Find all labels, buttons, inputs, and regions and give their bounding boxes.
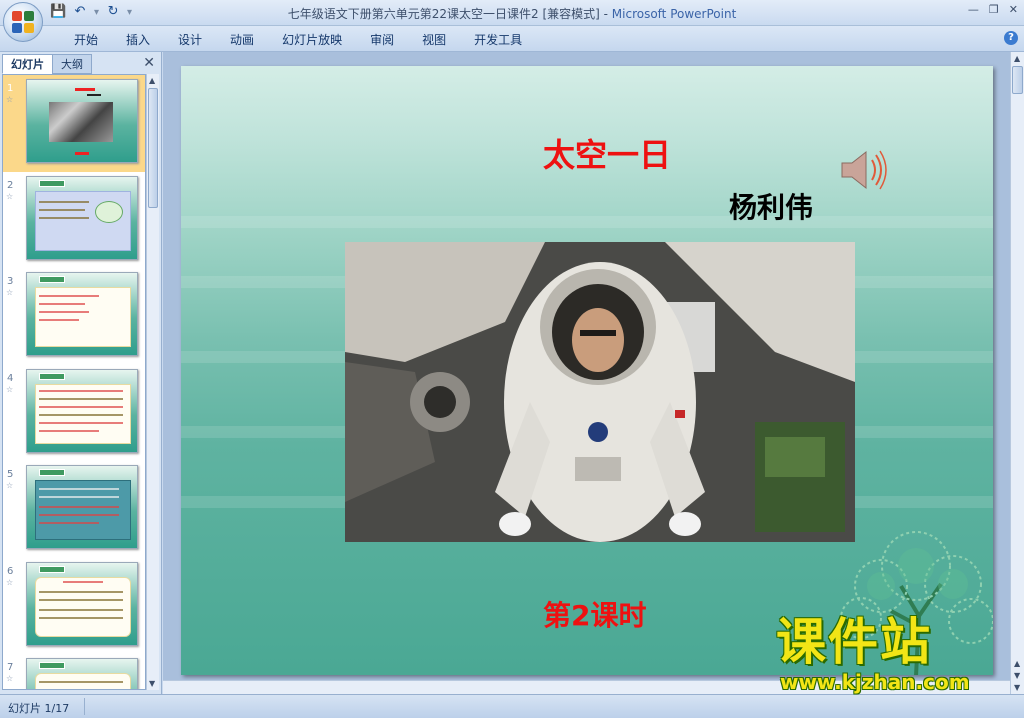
- tab-animations[interactable]: 动画: [216, 31, 268, 48]
- slide-thumbnail[interactable]: [26, 368, 138, 453]
- thumbnail-row[interactable]: 1 ☆: [3, 75, 145, 172]
- tab-slideshow[interactable]: 幻灯片放映: [268, 31, 356, 48]
- office-logo-icon: [12, 11, 34, 33]
- title-bar: 💾 ↶ ▾ ↻ ▾ 七年级语文下册第六单元第22课太空一日课件2 [兼容模式] …: [0, 0, 1024, 26]
- tab-review[interactable]: 审阅: [356, 31, 408, 48]
- slide-editor: 太空一日 杨利伟 第2课时 ▲ ▲ ▼ ▼: [163, 52, 1024, 694]
- thumbnail-number: 4: [7, 372, 14, 384]
- office-button[interactable]: [3, 2, 43, 42]
- window-title: 七年级语文下册第六单元第22课太空一日课件2 [兼容模式] - Microsof…: [0, 5, 1024, 22]
- slide-thumbnails: 1 ☆ 2 ☆ 3 ☆ 4 ☆ 5 ☆ 6 ☆ 7 ☆: [2, 74, 146, 690]
- ribbon: 开始 插入 设计 动画 幻灯片放映 审阅 视图 开发工具 ?: [0, 26, 1024, 52]
- slide-thumbnail[interactable]: [26, 658, 138, 689]
- tab-developer[interactable]: 开发工具: [460, 31, 536, 48]
- thumbnail-row[interactable]: 2 ☆: [3, 172, 145, 269]
- animation-star-icon: ☆: [6, 481, 14, 490]
- slide-thumbnail[interactable]: [26, 561, 138, 646]
- animation-star-icon: ☆: [6, 577, 14, 587]
- scrollbar-thumb[interactable]: [1012, 66, 1023, 94]
- tab-design[interactable]: 设计: [164, 31, 216, 48]
- editor-scrollbar[interactable]: ▲ ▲ ▼ ▼: [1010, 52, 1024, 694]
- tab-view[interactable]: 视图: [408, 31, 460, 48]
- astronaut-photo[interactable]: [345, 242, 855, 542]
- tab-outline[interactable]: 大纲: [52, 54, 92, 74]
- scroll-up-icon[interactable]: ▲: [149, 76, 155, 85]
- status-bar: 幻灯片 1/17: [0, 694, 1024, 718]
- scroll-up-icon[interactable]: ▲: [1014, 54, 1020, 63]
- help-icon[interactable]: ?: [1004, 31, 1018, 45]
- thumbnail-row[interactable]: 4 ☆: [3, 365, 145, 462]
- slide-indicator: 幻灯片 1/17: [8, 702, 70, 715]
- thumbnail-row[interactable]: 7 ☆: [3, 654, 145, 689]
- thumbnail-number: 7: [7, 662, 14, 673]
- animation-star-icon: ☆: [6, 674, 14, 683]
- ribbon-tabs: 开始 插入 设计 动画 幻灯片放映 审阅 视图 开发工具: [60, 31, 536, 48]
- thumbnail-number: 3: [7, 276, 14, 287]
- restore-icon[interactable]: ❐: [989, 3, 999, 16]
- close-icon[interactable]: ✕: [1009, 3, 1018, 16]
- tab-home[interactable]: 开始: [60, 31, 112, 48]
- lesson-number[interactable]: 第2课时: [543, 594, 646, 634]
- tab-slides[interactable]: 幻灯片: [2, 54, 53, 74]
- minimize-icon[interactable]: —: [968, 3, 979, 16]
- slides-pane: 幻灯片 大纲 ✕ 1 ☆ 2 ☆ 3 ☆ 4 ☆ 5 ☆ 6 ☆ 7 ☆ ▲ ▼: [0, 52, 162, 694]
- animation-star-icon: ☆: [6, 95, 14, 104]
- status-divider: [84, 698, 85, 715]
- watermark: 课件站 www.kjzhan.com: [776, 614, 1016, 694]
- current-slide[interactable]: 太空一日 杨利伟 第2课时: [181, 66, 993, 675]
- tab-insert[interactable]: 插入: [112, 31, 164, 48]
- app-name: Microsoft PowerPoint: [611, 7, 737, 21]
- scrollbar-thumb[interactable]: [148, 88, 158, 208]
- window-controls: — ❐ ✕: [968, 3, 1018, 16]
- thumbnail-row[interactable]: 3 ☆: [3, 268, 145, 365]
- thumbnail-number: 2: [7, 179, 14, 191]
- speaker-icon[interactable]: [838, 146, 890, 194]
- title-separator: -: [599, 7, 612, 21]
- slide-thumbnail[interactable]: [26, 175, 138, 260]
- pane-close-icon[interactable]: ✕: [143, 55, 155, 71]
- thumbnail-row[interactable]: 5 ☆: [3, 461, 145, 558]
- animation-star-icon: ☆: [6, 191, 14, 201]
- thumbnail-number: 6: [7, 565, 14, 577]
- animation-star-icon: ☆: [6, 288, 14, 297]
- document-title: 七年级语文下册第六单元第22课太空一日课件2 [兼容模式]: [287, 7, 600, 21]
- slide-thumbnail[interactable]: [26, 465, 138, 549]
- thumbnail-number: 5: [7, 469, 14, 480]
- watermark-url: www.kjzhan.com: [780, 670, 970, 694]
- slide-author[interactable]: 杨利伟: [729, 186, 813, 226]
- thumbnails-scrollbar[interactable]: ▲ ▼: [146, 74, 159, 690]
- pane-tabs: 幻灯片 大纲: [2, 54, 92, 74]
- slide-thumbnail[interactable]: [26, 272, 138, 356]
- slide-thumbnail[interactable]: [26, 79, 138, 163]
- animation-star-icon: ☆: [6, 384, 14, 394]
- slide-title[interactable]: 太空一日: [543, 130, 671, 176]
- thumbnail-number: 1: [7, 83, 14, 94]
- watermark-title: 课件站: [776, 613, 932, 671]
- thumbnail-row[interactable]: 6 ☆: [3, 558, 145, 655]
- scroll-down-icon[interactable]: ▼: [149, 679, 155, 688]
